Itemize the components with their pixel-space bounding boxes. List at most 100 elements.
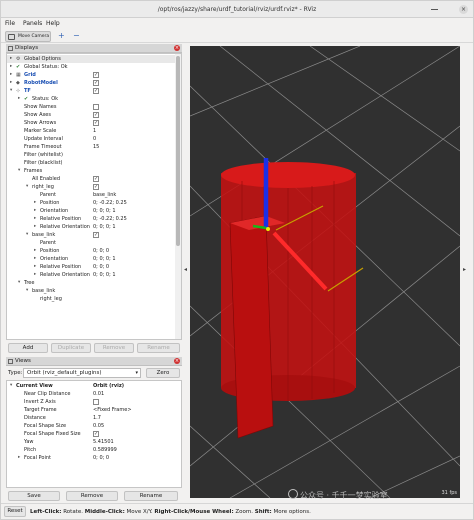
row-checkbox[interactable]: ✓ <box>93 232 99 238</box>
menu-file[interactable]: File <box>5 20 15 27</box>
display-row[interactable]: Show Axes ✓ <box>7 111 181 119</box>
row-checkbox[interactable]: ✓ <box>93 120 99 126</box>
chevron-icon[interactable]: ▸ <box>34 255 36 263</box>
display-row[interactable]: ▸ ⚙ Global Options <box>7 55 181 63</box>
row-checkbox[interactable]: ✓ <box>93 431 99 437</box>
views-tree[interactable]: ▾ Current View Orbit (rviz) Near Clip Dista… <box>6 380 182 488</box>
view-row-value[interactable]: 5.41501 <box>93 438 114 446</box>
display-row[interactable]: Filter (blacklist) <box>7 159 181 167</box>
display-row[interactable]: Show Names <box>7 103 181 111</box>
panel-float-icon[interactable] <box>8 46 13 51</box>
view-row-value[interactable]: 0; 0; 0 <box>93 454 109 462</box>
panel-float-icon[interactable] <box>8 359 13 364</box>
chevron-icon[interactable]: ▾ <box>18 279 20 287</box>
add-tool-icon[interactable]: + <box>58 31 65 40</box>
display-row-value[interactable]: 0; 0; 0 <box>93 263 109 271</box>
view-type-select[interactable]: Orbit (rviz_default_plugins) ▾ <box>23 368 141 378</box>
display-row[interactable]: Marker Scale 1 <box>7 127 181 135</box>
display-row[interactable]: ▸ Position 0; -0.22; 0.25 <box>7 199 181 207</box>
view-row-value[interactable]: <Fixed Frame> <box>93 406 132 414</box>
display-row-value[interactable]: base_link <box>93 191 116 199</box>
row-checkbox[interactable] <box>93 399 99 405</box>
chevron-icon[interactable]: ▸ <box>10 55 12 63</box>
view-row[interactable]: Distance 1.7 <box>7 414 181 422</box>
view-row[interactable]: ▾ Current View Orbit (rviz) <box>7 382 181 390</box>
row-checkbox[interactable]: ✓ <box>93 112 99 118</box>
zero-button[interactable]: Zero <box>146 368 180 378</box>
view-row-value[interactable]: Orbit (rviz) <box>93 382 124 390</box>
save-view-button[interactable]: Save <box>8 491 60 501</box>
display-row-value[interactable]: 0; -0.22; 0.25 <box>93 215 127 223</box>
view-row[interactable]: Pitch 0.589999 <box>7 446 181 454</box>
minimize-icon[interactable] <box>431 9 438 10</box>
display-row[interactable]: Frame Timeout 15 <box>7 143 181 151</box>
display-row-value[interactable]: 0; 0; 0; 1 <box>93 271 116 279</box>
chevron-icon[interactable]: ▾ <box>26 183 28 191</box>
chevron-icon[interactable]: ▾ <box>26 287 28 295</box>
display-row[interactable]: ▸ ▦ Grid ✓ <box>7 71 181 79</box>
row-checkbox[interactable] <box>93 104 99 110</box>
display-row[interactable]: ▾ Tree <box>7 279 181 287</box>
display-row-value[interactable]: 1 <box>93 127 96 135</box>
scrollbar-thumb[interactable] <box>176 56 180 246</box>
row-checkbox[interactable]: ✓ <box>93 80 99 86</box>
display-row[interactable]: ▸ Position 0; 0; 0 <box>7 247 181 255</box>
chevron-icon[interactable]: ▾ <box>18 167 20 175</box>
view-row[interactable]: Focal Shape Fixed Size ✓ <box>7 430 181 438</box>
close-icon[interactable]: × <box>459 5 468 14</box>
display-row[interactable]: ▾ base_link ✓ <box>7 231 181 239</box>
robot-model[interactable] <box>221 158 364 439</box>
view-row[interactable]: Yaw 5.41501 <box>7 438 181 446</box>
display-row[interactable]: ▸ Relative Position 0; 0; 0 <box>7 263 181 271</box>
rename-display-button[interactable]: Rename <box>137 343 180 353</box>
display-row[interactable]: ▸ ✔ Status: Ok <box>7 95 181 103</box>
display-row[interactable]: ▾ Frames <box>7 167 181 175</box>
chevron-icon[interactable]: ▸ <box>18 95 20 103</box>
chevron-icon[interactable]: ▸ <box>34 223 36 231</box>
display-row[interactable]: ▾ right_leg ✓ <box>7 183 181 191</box>
render-viewport[interactable]: 31 fps <box>190 46 460 498</box>
chevron-icon[interactable]: ▾ <box>10 382 12 390</box>
display-row-value[interactable]: 0 <box>93 135 96 143</box>
move-camera-button[interactable]: Move Camera <box>5 31 51 42</box>
view-row[interactable]: Target Frame <Fixed Frame> <box>7 406 181 414</box>
duplicate-button[interactable]: Duplicate <box>51 343 91 353</box>
display-row[interactable]: ▸ Orientation 0; 0; 0; 1 <box>7 255 181 263</box>
display-row-value[interactable]: 0; 0; 0; 1 <box>93 207 116 215</box>
rename-view-button[interactable]: Rename <box>124 491 178 501</box>
add-button[interactable]: Add <box>8 343 48 353</box>
display-row-value[interactable]: 15 <box>93 143 99 151</box>
view-row[interactable]: Invert Z Axis <box>7 398 181 406</box>
remove-tool-icon[interactable]: − <box>73 31 80 40</box>
display-row[interactable]: ▾ ⊹ TF ✓ <box>7 87 181 95</box>
chevron-icon[interactable]: ▾ <box>10 87 12 95</box>
view-row[interactable]: ▸ Focal Point 0; 0; 0 <box>7 454 181 462</box>
view-row-value[interactable]: 0.01 <box>93 390 104 398</box>
chevron-icon[interactable]: ▸ <box>34 215 36 223</box>
display-row[interactable]: Filter (whitelist) <box>7 151 181 159</box>
display-row[interactable]: ▸ Relative Orientation 0; 0; 0; 1 <box>7 223 181 231</box>
display-row[interactable]: ▾ base_link <box>7 287 181 295</box>
collapse-right-icon[interactable]: ▸ <box>463 266 466 273</box>
display-row-value[interactable]: 0; -0.22; 0.25 <box>93 199 127 207</box>
displays-scrollbar[interactable] <box>175 54 181 339</box>
display-row[interactable]: All Enabled ✓ <box>7 175 181 183</box>
display-row-value[interactable]: 0; 0; 0; 1 <box>93 223 116 231</box>
chevron-icon[interactable]: ▸ <box>10 79 12 87</box>
chevron-icon[interactable]: ▸ <box>34 263 36 271</box>
chevron-icon[interactable]: ▸ <box>18 454 20 462</box>
row-checkbox[interactable]: ✓ <box>93 176 99 182</box>
display-row[interactable]: ▸ ◆ RobotModel ✓ <box>7 79 181 87</box>
reset-button[interactable]: Reset <box>4 506 26 517</box>
remove-view-button[interactable]: Remove <box>66 491 118 501</box>
chevron-icon[interactable]: ▸ <box>10 71 12 79</box>
view-row-value[interactable]: 0.05 <box>93 422 104 430</box>
display-row[interactable]: ▸ Orientation 0; 0; 0; 1 <box>7 207 181 215</box>
display-row[interactable]: Parent base_link <box>7 191 181 199</box>
chevron-icon[interactable]: ▸ <box>34 207 36 215</box>
view-row-value[interactable]: 1.7 <box>93 414 101 422</box>
display-row[interactable]: ▸ ✔ Global Status: Ok <box>7 63 181 71</box>
chevron-icon[interactable]: ▸ <box>10 63 12 71</box>
display-row[interactable]: Show Arrows ✓ <box>7 119 181 127</box>
panel-close-icon[interactable]: × <box>174 45 180 51</box>
